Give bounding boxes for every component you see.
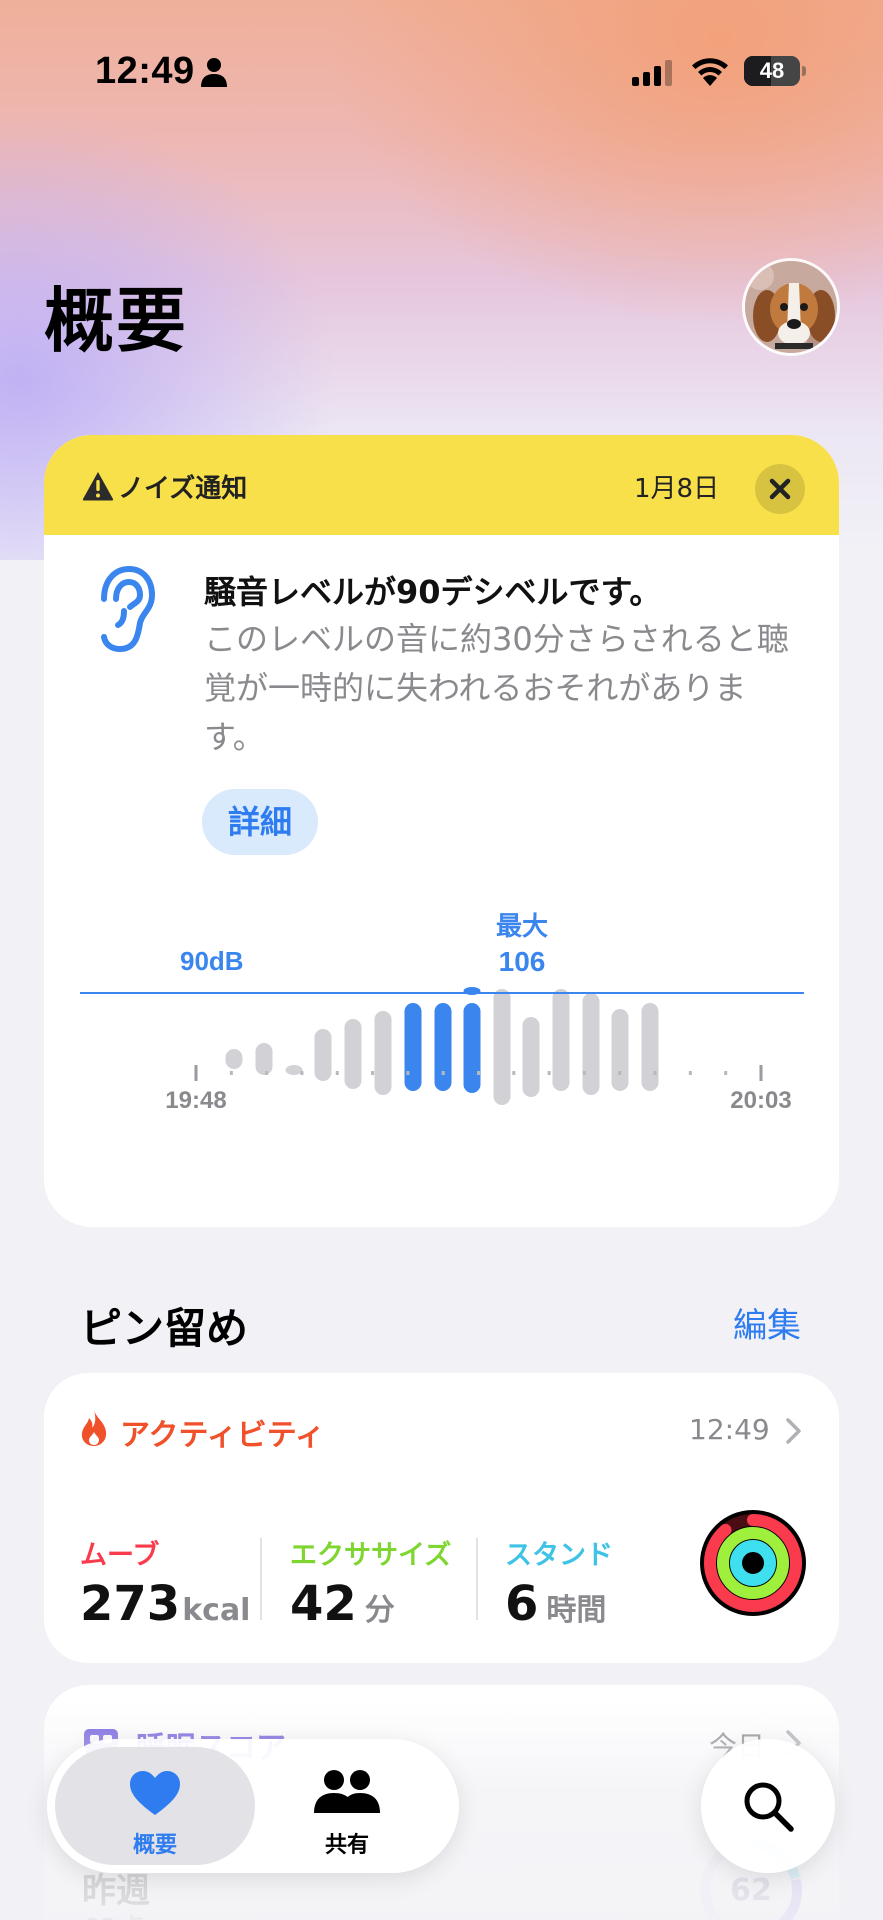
noise-headline: 騒音レベルが90デシベルです。 bbox=[204, 573, 662, 611]
flame-icon bbox=[81, 1410, 107, 1446]
tab-shared-label: 共有 bbox=[324, 1833, 369, 1858]
activity-rings-icon bbox=[700, 1510, 806, 1616]
tab-summary-label: 概要 bbox=[132, 1833, 177, 1858]
move-metric: ムーブ 273kcal bbox=[80, 1533, 250, 1632]
battery-indicator: 48 bbox=[744, 56, 806, 86]
cellular-signal-icon bbox=[632, 60, 672, 86]
noise-bar bbox=[582, 993, 600, 1095]
battery-percentage: 48 bbox=[759, 58, 785, 83]
x-axis-tick bbox=[335, 1071, 339, 1075]
tab-bar: 概要 共有 bbox=[47, 1739, 459, 1873]
stand-label: スタンド bbox=[505, 1540, 613, 1571]
metric-divider bbox=[260, 1538, 262, 1620]
tab-shared[interactable]: 共有 bbox=[247, 1747, 447, 1865]
x-axis-tick bbox=[441, 1071, 445, 1075]
x-axis-tick bbox=[477, 1071, 480, 1075]
metric-divider bbox=[476, 1538, 478, 1620]
stand-metric: スタンド 6 時間 bbox=[505, 1533, 613, 1632]
max-value: 106 bbox=[499, 946, 546, 977]
noise-bar bbox=[611, 1009, 629, 1091]
details-button[interactable]: 詳細 bbox=[202, 789, 318, 855]
noise-bar bbox=[374, 1011, 392, 1095]
x-axis-tick bbox=[618, 1071, 622, 1075]
move-value: 273 bbox=[80, 1576, 181, 1632]
x-axis-tick bbox=[406, 1071, 410, 1075]
x-axis-tick bbox=[300, 1071, 304, 1075]
search-button[interactable] bbox=[701, 1739, 835, 1873]
exercise-metric: エクササイズ 42 分 bbox=[290, 1533, 451, 1632]
search-icon bbox=[744, 1782, 794, 1832]
noise-bar bbox=[285, 1065, 303, 1075]
activity-title: アクティビティ bbox=[120, 1418, 325, 1453]
noise-bar bbox=[552, 989, 570, 1091]
profile-avatar[interactable] bbox=[742, 258, 840, 356]
x-axis-tick bbox=[653, 1071, 657, 1075]
move-unit: kcal bbox=[182, 1593, 251, 1628]
sleep-score-text: 62点 bbox=[82, 1907, 146, 1920]
x-axis-tick bbox=[265, 1071, 269, 1075]
people-icon bbox=[314, 1770, 380, 1813]
exercise-value: 42 bbox=[290, 1576, 357, 1632]
noise-bar bbox=[314, 1029, 332, 1081]
close-icon bbox=[769, 478, 791, 500]
status-bar: 12:49 48 bbox=[0, 0, 883, 140]
status-time: 12:49 bbox=[95, 50, 195, 92]
noise-notification-card[interactable]: ノイズ通知 1月8日 騒音レベルが90デシベルです。 このレベルの音に約30分さ… bbox=[44, 435, 839, 1227]
x-axis-tick bbox=[547, 1071, 551, 1075]
activity-time: 12:49 bbox=[689, 1413, 770, 1446]
noise-bar bbox=[434, 1003, 452, 1091]
x-axis-tick bbox=[582, 1071, 586, 1075]
warning-icon bbox=[82, 472, 114, 501]
exercise-unit: 分 bbox=[364, 1593, 395, 1628]
max-label: 最大 bbox=[496, 912, 548, 942]
noise-level-chart: 90dB 最大 106 19:48 20:03 bbox=[80, 912, 804, 1114]
noise-bar bbox=[522, 1017, 540, 1097]
stand-value: 6 bbox=[505, 1576, 539, 1632]
x-axis-tick bbox=[371, 1071, 375, 1075]
wifi-icon bbox=[692, 58, 728, 86]
noise-bar bbox=[255, 1043, 273, 1075]
noise-bar bbox=[463, 1003, 481, 1093]
noise-bar bbox=[641, 1003, 659, 1091]
x-axis-end-label: 20:03 bbox=[730, 1087, 791, 1114]
ear-icon bbox=[101, 565, 156, 653]
x-axis-tick bbox=[759, 1065, 763, 1081]
noise-bar bbox=[225, 1049, 243, 1069]
edit-button[interactable]: 編集 bbox=[733, 1298, 801, 1347]
x-axis-tick bbox=[194, 1065, 198, 1081]
x-axis-tick bbox=[724, 1071, 728, 1075]
noise-description: このレベルの音に約30分さらされると聴覚が一時的に失われるおそれがあります。 bbox=[204, 620, 789, 756]
x-axis-start-label: 19:48 bbox=[165, 1087, 226, 1114]
noise-notification-title: ノイズ通知 bbox=[118, 474, 248, 504]
sleep-score-ring-value: 62 bbox=[730, 1873, 772, 1908]
stand-unit: 時間 bbox=[546, 1593, 607, 1628]
person-icon bbox=[201, 58, 227, 87]
move-label: ムーブ bbox=[80, 1540, 160, 1571]
noise-bar bbox=[493, 989, 511, 1105]
noise-bar bbox=[404, 1003, 422, 1091]
pinned-section-title: ピン留め bbox=[80, 1304, 249, 1353]
threshold-label: 90dB bbox=[180, 946, 244, 976]
x-axis-tick bbox=[512, 1071, 516, 1075]
page-title: 概要 bbox=[44, 280, 188, 362]
chevron-right-icon bbox=[786, 1418, 801, 1444]
activity-card[interactable]: アクティビティ 12:49 ムーブ 273kcal エクササイズ 42 分 スタン… bbox=[44, 1373, 839, 1663]
noise-bar bbox=[344, 1019, 362, 1089]
close-button[interactable] bbox=[755, 464, 805, 514]
tab-summary[interactable]: 概要 bbox=[55, 1747, 255, 1865]
noise-card-header: ノイズ通知 1月8日 bbox=[44, 435, 839, 535]
noise-notification-date: 1月8日 bbox=[634, 474, 720, 504]
exercise-label: エクササイズ bbox=[290, 1540, 452, 1571]
x-axis-tick bbox=[688, 1071, 692, 1075]
heart-icon bbox=[130, 1771, 180, 1815]
x-axis-tick bbox=[229, 1071, 233, 1075]
